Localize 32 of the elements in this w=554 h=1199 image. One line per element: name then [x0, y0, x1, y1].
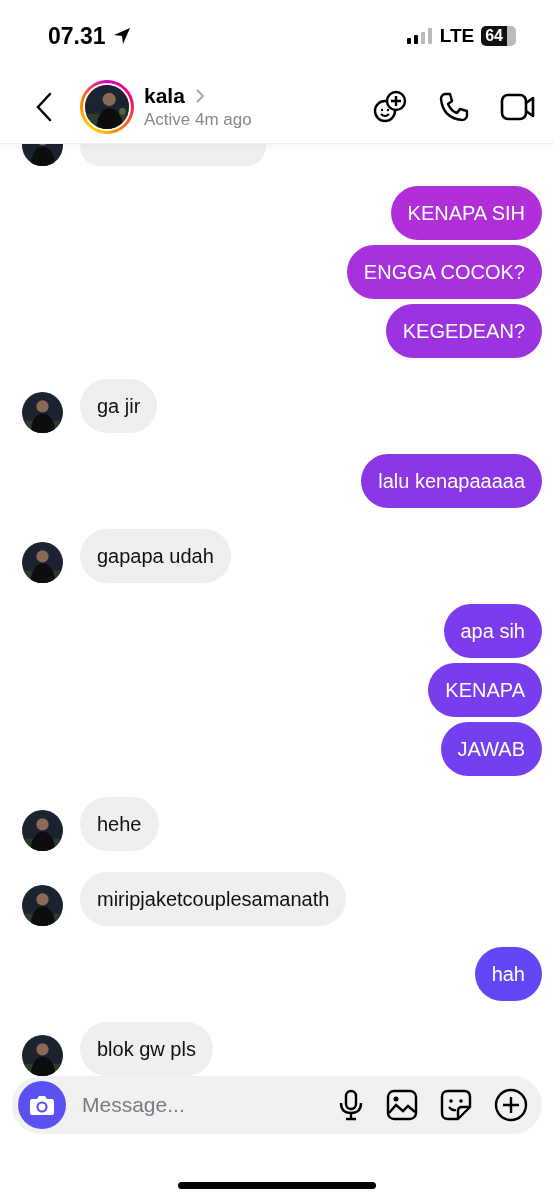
- message-bubble: ga jir: [80, 378, 158, 433]
- message-bubble: lalu kenapaaaaa: [361, 453, 542, 508]
- contact-name[interactable]: kala: [144, 84, 185, 109]
- message-input[interactable]: Message...: [80, 1091, 316, 1118]
- back-icon[interactable]: [34, 92, 54, 123]
- message-bubble: gapapa udah: [80, 528, 231, 583]
- message-bubble: ENGGA COCOK?: [346, 244, 542, 299]
- message-bubble: hah: [474, 946, 542, 1001]
- message-bubble: KEGEDEAN?: [385, 303, 542, 358]
- chevron-icon: [194, 88, 205, 105]
- status-time: 07.31: [48, 22, 106, 50]
- camera-icon: [29, 1093, 55, 1116]
- sticker-icon[interactable]: [440, 1088, 472, 1121]
- add-sticker-icon[interactable]: [372, 90, 408, 125]
- message-bubble: apa sih: [443, 603, 542, 658]
- message-bubble: JAWAB: [440, 721, 542, 776]
- image-icon[interactable]: [386, 1088, 418, 1121]
- battery-level: 64: [481, 26, 516, 47]
- microphone-icon[interactable]: [338, 1088, 364, 1121]
- video-call-icon[interactable]: [500, 92, 536, 123]
- message-bubble: KENAPA: [428, 662, 542, 717]
- network-label: LTE: [439, 25, 475, 48]
- message-bubble: blok gw pls: [80, 1021, 213, 1076]
- profile-avatar[interactable]: [80, 80, 134, 135]
- phone-icon[interactable]: [438, 91, 470, 124]
- signal-icon: [406, 28, 433, 45]
- camera-button[interactable]: [18, 1080, 66, 1129]
- activity-status: Active 4m ago: [144, 110, 252, 131]
- message-bubble: hehe: [80, 796, 159, 851]
- message-bubble: miripjaketcouplesamanath: [80, 871, 347, 926]
- add-icon[interactable]: [494, 1087, 528, 1122]
- message-bubble: KENAPA SIH: [390, 185, 542, 240]
